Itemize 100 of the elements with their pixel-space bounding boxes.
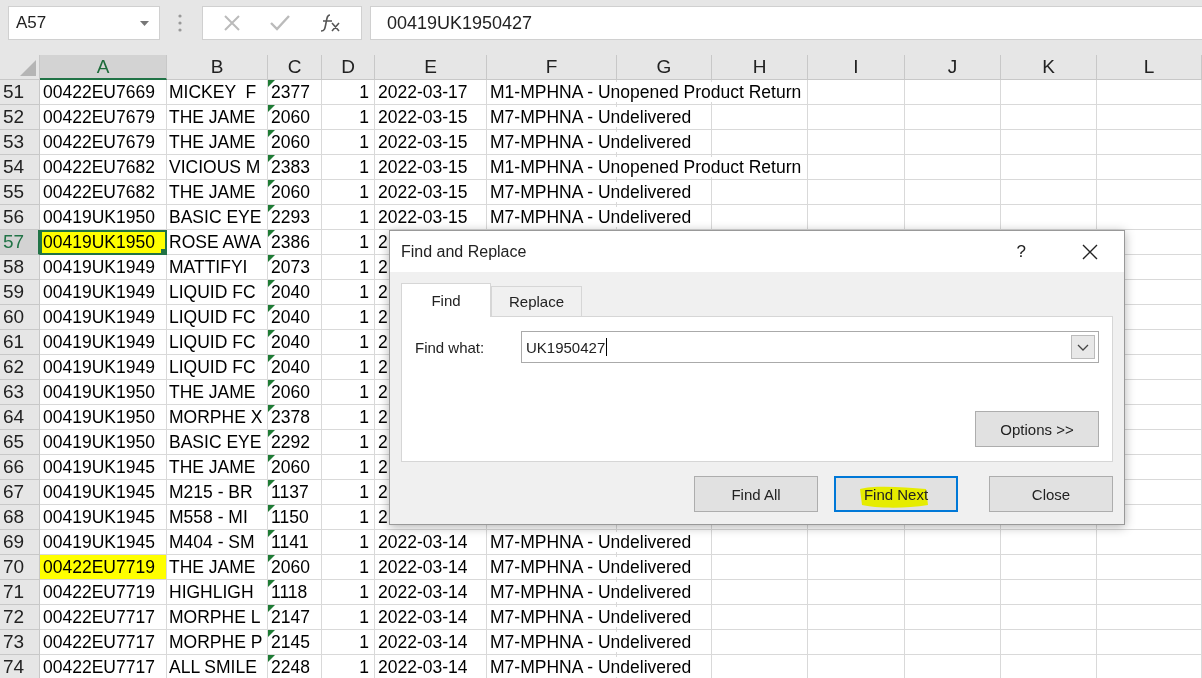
reason-cell: M7-MPHNA - Undelivered bbox=[490, 607, 694, 627]
row-header[interactable]: 69 bbox=[0, 530, 40, 555]
dialog-tab[interactable]: Replace bbox=[491, 286, 583, 316]
date-cell: 2 bbox=[378, 457, 388, 477]
reason-cell: M1-MPHNA - Unopened Product Return bbox=[490, 82, 804, 102]
find-what-field[interactable]: UK1950427 bbox=[521, 331, 1099, 363]
product-cell: M215 - BR bbox=[169, 482, 253, 502]
column-header[interactable]: A bbox=[40, 55, 167, 80]
formula-field[interactable]: 00419UK1950427 bbox=[370, 6, 1202, 40]
corner-triangle-icon bbox=[268, 605, 275, 612]
date-cell: 2 bbox=[378, 407, 388, 427]
row-header[interactable]: 74 bbox=[0, 655, 40, 678]
select-all-icon[interactable] bbox=[20, 60, 36, 76]
code-cell: 2060 bbox=[271, 457, 310, 477]
row-header[interactable]: 70 bbox=[0, 555, 40, 580]
row-header[interactable]: 65 bbox=[0, 430, 40, 455]
reason-cell: M7-MPHNA - Undelivered bbox=[490, 107, 694, 127]
order-cell: 00419UK1950 bbox=[43, 232, 155, 252]
code-cell: 2040 bbox=[271, 307, 310, 327]
close-icon[interactable] bbox=[1082, 243, 1098, 260]
date-cell: 2022-03-15 bbox=[378, 157, 468, 177]
column-header[interactable]: H bbox=[712, 55, 808, 80]
row-header[interactable]: 53 bbox=[0, 130, 40, 155]
dialog-button[interactable]: Close bbox=[989, 476, 1113, 512]
dialog-tab[interactable]: Find bbox=[401, 283, 491, 317]
code-cell: 2145 bbox=[271, 632, 310, 652]
product-cell: M558 - MI bbox=[169, 507, 248, 527]
code-cell: 1137 bbox=[271, 482, 309, 502]
dropdown-icon[interactable] bbox=[1071, 335, 1095, 359]
row-header[interactable]: 59 bbox=[0, 280, 40, 305]
code-cell: 2040 bbox=[271, 332, 310, 352]
row-header[interactable]: 61 bbox=[0, 330, 40, 355]
quantity-cell: 1 bbox=[359, 232, 369, 252]
row-header[interactable]: 54 bbox=[0, 155, 40, 180]
cancel-icon[interactable] bbox=[223, 14, 241, 32]
row-header[interactable]: 57 bbox=[0, 230, 40, 255]
row-header[interactable]: 66 bbox=[0, 455, 40, 480]
corner-triangle-icon bbox=[268, 405, 275, 412]
corner-triangle-icon bbox=[268, 630, 275, 637]
product-cell: THE JAME bbox=[169, 457, 256, 477]
function-icon[interactable] bbox=[319, 13, 341, 33]
date-cell: 2022-03-15 bbox=[378, 107, 468, 127]
options-button[interactable]: Options >> bbox=[975, 411, 1099, 447]
product-cell: LIQUID FC bbox=[169, 282, 256, 302]
help-button[interactable]: ? bbox=[1016, 241, 1026, 262]
column-header[interactable]: C bbox=[268, 55, 322, 80]
order-cell: 00419UK1950 bbox=[43, 432, 155, 452]
corner-triangle-icon bbox=[268, 530, 275, 537]
column-header[interactable]: F bbox=[487, 55, 617, 80]
row-header[interactable]: 63 bbox=[0, 380, 40, 405]
column-header[interactable]: E bbox=[375, 55, 487, 80]
row-header[interactable]: 67 bbox=[0, 480, 40, 505]
date-cell: 2 bbox=[378, 432, 388, 452]
corner-triangle-icon bbox=[268, 455, 275, 462]
column-header[interactable]: J bbox=[905, 55, 1001, 80]
name-box[interactable]: A57 bbox=[8, 6, 160, 40]
row-header[interactable]: 71 bbox=[0, 580, 40, 605]
quantity-cell: 1 bbox=[359, 507, 369, 527]
product-cell: BASIC EYE bbox=[169, 432, 262, 452]
column-header[interactable]: B bbox=[167, 55, 268, 80]
dialog-button[interactable]: Find All bbox=[694, 476, 818, 512]
row-header[interactable]: 64 bbox=[0, 405, 40, 430]
row-header[interactable]: 73 bbox=[0, 630, 40, 655]
column-header[interactable]: I bbox=[808, 55, 905, 80]
row-header[interactable]: 72 bbox=[0, 605, 40, 630]
order-cell: 00419UK1949 bbox=[43, 332, 155, 352]
date-cell: 2 bbox=[378, 507, 388, 527]
quantity-cell: 1 bbox=[359, 382, 369, 402]
code-cell: 1150 bbox=[271, 507, 309, 527]
order-cell: 00419UK1949 bbox=[43, 307, 155, 327]
date-cell: 2022-03-15 bbox=[378, 132, 468, 152]
row-header[interactable]: 60 bbox=[0, 305, 40, 330]
column-header[interactable]: G bbox=[617, 55, 712, 80]
order-cell: 00419UK1949 bbox=[43, 282, 155, 302]
row-header[interactable]: 56 bbox=[0, 205, 40, 230]
row-header[interactable]: 62 bbox=[0, 355, 40, 380]
corner-triangle-icon bbox=[268, 480, 275, 487]
date-cell: 2022-03-14 bbox=[378, 557, 468, 577]
quantity-cell: 1 bbox=[359, 582, 369, 602]
code-cell: 2147 bbox=[271, 607, 310, 627]
column-header[interactable]: D bbox=[322, 55, 375, 80]
row-header[interactable]: 68 bbox=[0, 505, 40, 530]
column-header[interactable]: K bbox=[1001, 55, 1097, 80]
quantity-cell: 1 bbox=[359, 657, 369, 677]
column-header[interactable]: L bbox=[1097, 55, 1202, 80]
code-cell: 2292 bbox=[271, 432, 310, 452]
row-header[interactable]: 58 bbox=[0, 255, 40, 280]
row-header[interactable]: 55 bbox=[0, 180, 40, 205]
checkmark-icon[interactable] bbox=[269, 14, 291, 32]
corner-triangle-icon bbox=[268, 580, 275, 587]
row-header[interactable]: 52 bbox=[0, 105, 40, 130]
row-header[interactable]: 51 bbox=[0, 80, 40, 105]
quantity-cell: 1 bbox=[359, 632, 369, 652]
order-cell: 00422EU7717 bbox=[43, 657, 155, 677]
caret-icon[interactable] bbox=[140, 20, 149, 26]
grip-icon bbox=[178, 14, 182, 32]
quantity-cell: 1 bbox=[359, 407, 369, 427]
order-cell: 00419UK1945 bbox=[43, 457, 155, 477]
order-cell: 00419UK1950 bbox=[43, 407, 155, 427]
corner-triangle-icon bbox=[268, 380, 275, 387]
